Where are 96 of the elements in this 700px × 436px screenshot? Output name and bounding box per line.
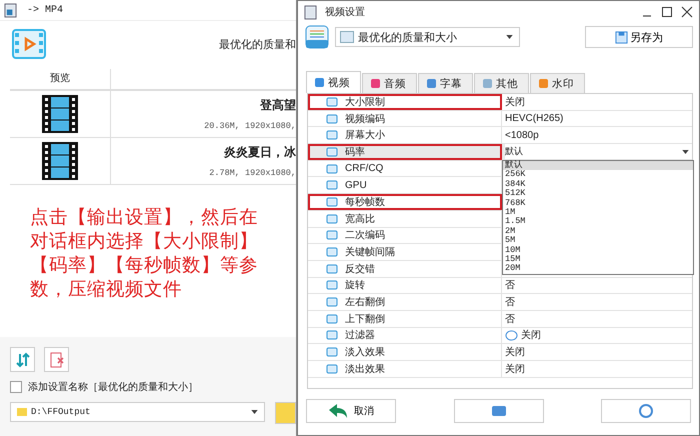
dropdown-option[interactable]: 2M <box>503 226 693 236</box>
checkbox[interactable] <box>10 381 22 393</box>
dropdown-option[interactable]: 10M <box>503 246 693 255</box>
property-name[interactable]: 左右翻倒 <box>308 294 502 310</box>
property-name[interactable]: 过滤器 <box>308 328 502 344</box>
rectangle-icon <box>490 403 506 419</box>
caret-icon <box>682 150 689 154</box>
setting-icon <box>326 246 338 258</box>
tab[interactable]: 音频 <box>362 73 417 93</box>
back-arrow-icon <box>328 403 348 419</box>
output-folder-dropdown[interactable]: D:\FFOutput <box>10 402 265 422</box>
property-name[interactable]: 屏幕大小 <box>308 127 502 144</box>
property-name[interactable]: 淡入效果 <box>308 344 502 360</box>
setting-icon <box>326 179 338 192</box>
file-title: 登高望 <box>260 97 296 114</box>
setting-icon <box>326 312 338 325</box>
file-title: 炎炎夏日，冰 <box>224 144 296 162</box>
dropdown-option[interactable]: 384K <box>503 180 693 190</box>
dropdown-option[interactable]: 20M <box>503 264 693 274</box>
setting-icon <box>326 96 338 108</box>
annotation-text: 点击【输出设置】，然后在对话框内选择【大小限制】【码率】【每秒帧数】等参数，压缩视频文件 <box>30 205 259 301</box>
property-value: 否 <box>505 296 515 310</box>
toggle-off-icon[interactable] <box>505 330 518 341</box>
property-name[interactable]: 淡出效果 <box>308 361 502 377</box>
tab[interactable]: 字幕 <box>418 73 473 93</box>
column-header: 预览 <box>10 69 111 89</box>
property-value: <1080p <box>505 130 539 141</box>
dropdown-option[interactable]: 15M <box>503 254 693 264</box>
bitrate-dropdown[interactable]: 默认 <box>505 144 692 160</box>
window-title: -> MP4 <box>27 4 64 16</box>
property-value: 否 <box>505 279 515 292</box>
maximize-icon[interactable] <box>661 6 673 18</box>
property-name[interactable]: 大小限制 <box>308 94 502 110</box>
file-row[interactable]: 登高望 20.36M, 1920x1080, <box>10 91 296 138</box>
property-name[interactable]: 上下翻倒 <box>308 310 502 327</box>
setting-icon <box>326 112 338 125</box>
video-file-icon <box>12 29 46 59</box>
tab[interactable]: 视频 <box>306 71 361 93</box>
close-icon[interactable] <box>681 6 693 18</box>
property-value: 关闭 <box>505 346 525 360</box>
property-value: 关闭 <box>505 362 525 376</box>
remove-file-icon <box>48 352 64 368</box>
property-name[interactable]: 视频编码 <box>308 110 502 126</box>
property-value: 关闭 <box>505 96 525 109</box>
setting-icon <box>326 279 338 292</box>
remove-button[interactable] <box>44 347 69 372</box>
film-strip-icon <box>42 142 78 180</box>
sort-button[interactable] <box>10 347 35 372</box>
setting-icon <box>326 162 338 175</box>
property-name[interactable]: 每秒帧数 <box>308 194 502 210</box>
film-strip-icon <box>42 95 78 133</box>
preset-dropdown[interactable]: 最优化的质量和大小 <box>335 27 520 47</box>
dropdown-option[interactable]: 1M <box>503 208 693 218</box>
setting-icon <box>326 146 338 158</box>
dropdown-option[interactable]: 256K <box>503 170 693 180</box>
setting-icon <box>326 129 338 142</box>
setting-icon <box>326 346 338 358</box>
tab[interactable]: 水印 <box>530 73 585 93</box>
app-icon <box>304 4 317 20</box>
dropdown-option[interactable]: 默认 <box>503 161 693 170</box>
property-value: HEVC(H265) <box>505 113 564 124</box>
dropdown-option[interactable]: 512K <box>503 189 693 199</box>
preset-label: 最优化的质量和 <box>219 38 296 52</box>
dialog-title: 视频设置 <box>325 6 365 19</box>
setting-icon <box>326 296 338 308</box>
setting-icon <box>326 262 338 275</box>
cancel-button[interactable]: 取消 <box>306 399 396 423</box>
tab[interactable]: 其他 <box>474 73 529 93</box>
file-info: 20.36M, 1920x1080, <box>204 120 296 131</box>
help-button[interactable] <box>601 399 691 423</box>
dropdown-option[interactable]: 1.5M <box>503 217 693 227</box>
checkbox-label: 添加设置名称［最优化的质量和大小］ <box>28 380 198 394</box>
ok-button[interactable] <box>454 399 544 423</box>
setting-icon <box>326 229 338 242</box>
setting-icon <box>326 362 338 375</box>
setting-icon <box>326 212 338 225</box>
file-row[interactable]: 炎炎夏日，冰 2.78M, 1920x1080, <box>10 138 296 185</box>
circle-icon <box>638 403 654 419</box>
property-value: 关闭 <box>521 328 541 342</box>
property-name[interactable]: 旋转 <box>308 278 502 294</box>
property-name[interactable]: 码率 <box>308 144 502 160</box>
settings-box-icon <box>305 25 329 49</box>
setting-icon <box>326 196 338 208</box>
setting-icon <box>326 329 338 342</box>
file-info: 2.78M, 1920x1080, <box>209 168 296 178</box>
dropdown-option[interactable]: 768K <box>503 198 693 208</box>
save-as-button[interactable]: 另存为 <box>585 26 693 48</box>
save-icon <box>615 30 628 44</box>
caret-icon <box>506 35 513 39</box>
folder-icon <box>17 408 27 416</box>
caret-icon <box>250 410 258 414</box>
preset-icon <box>340 31 354 43</box>
dropdown-option[interactable]: 5M <box>503 236 693 246</box>
up-down-arrows-icon <box>14 352 30 368</box>
document-icon <box>4 2 17 18</box>
property-value: 否 <box>505 312 515 326</box>
